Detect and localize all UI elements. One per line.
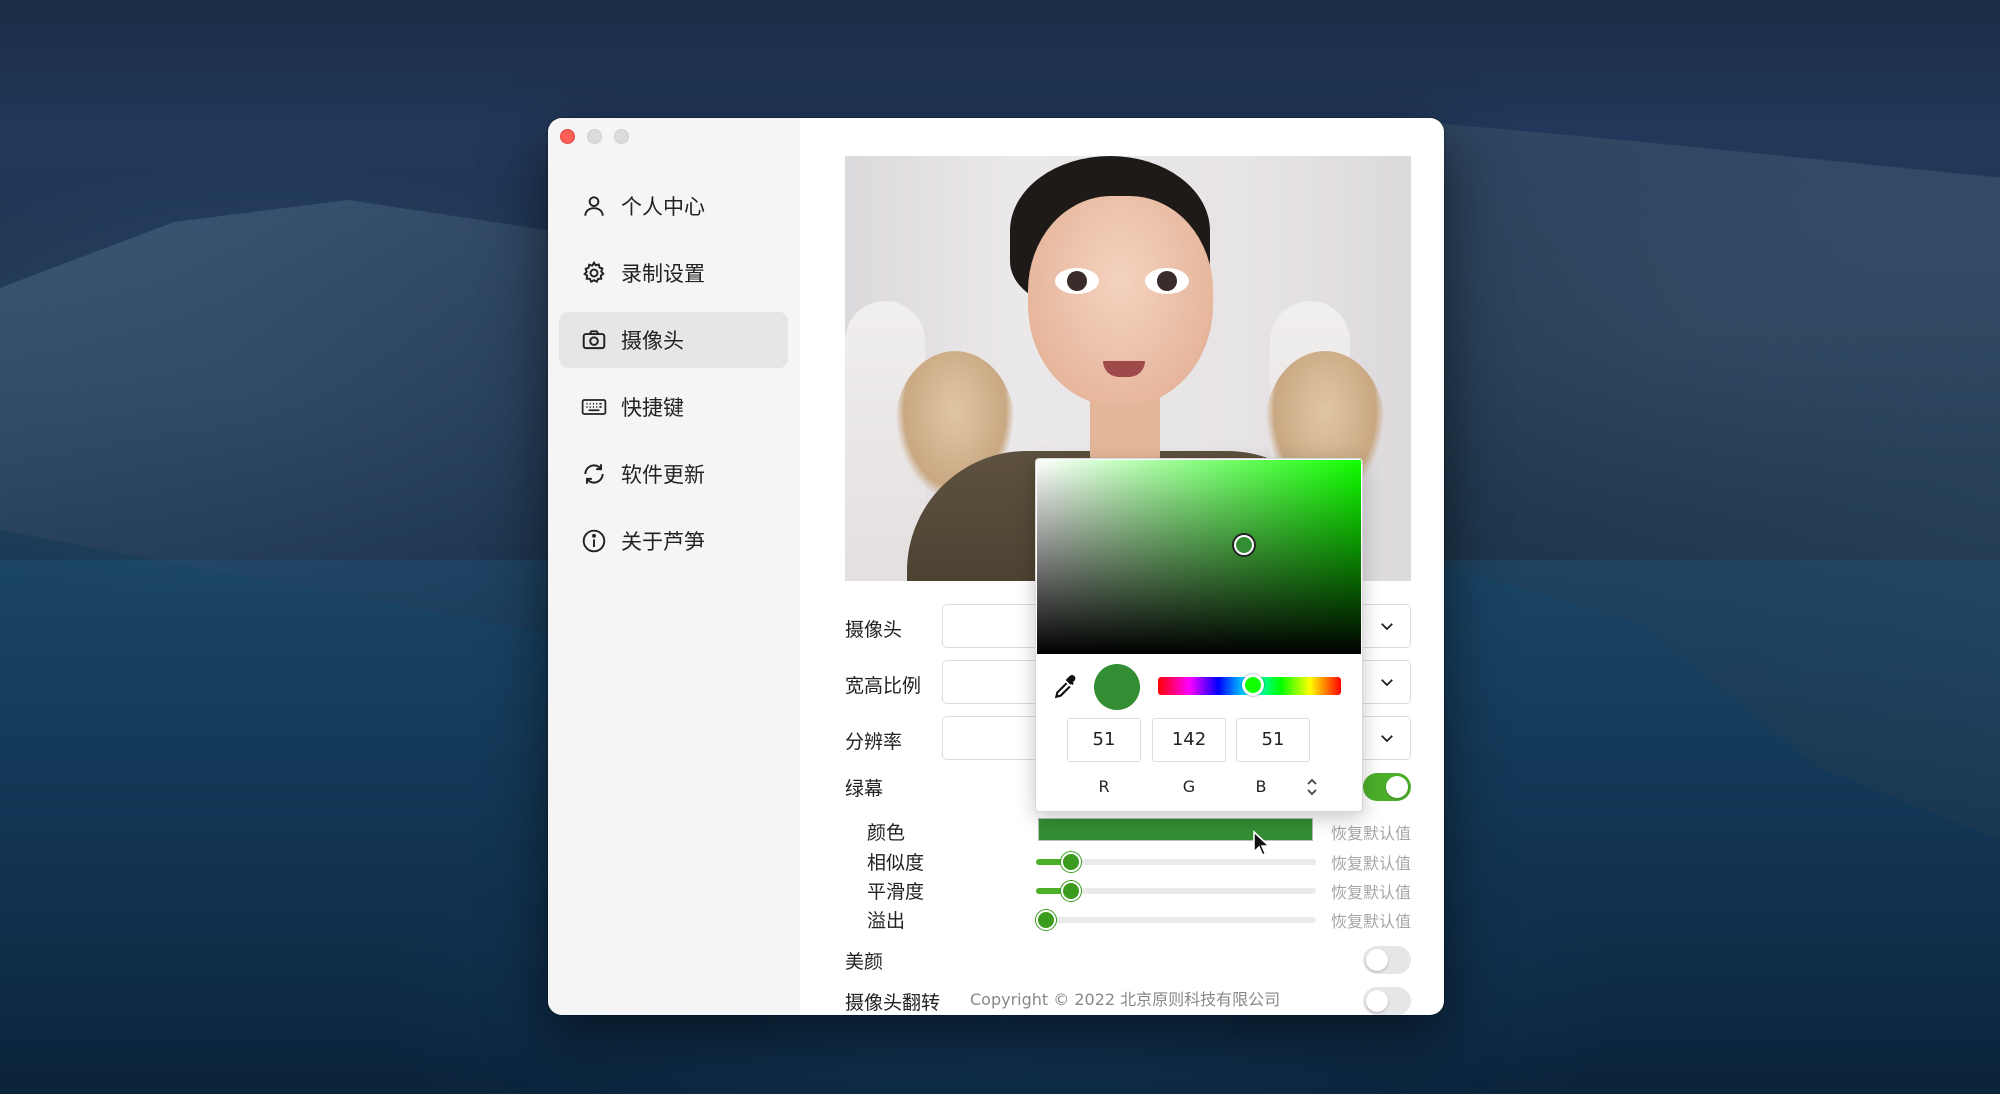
similarity-reset-link[interactable]: 恢复默认值 [1331, 850, 1411, 874]
sidebar: 个人中心 录制设置 摄像头 快捷键 软件更新 关于芦笋 [548, 118, 800, 1015]
sidebar-item-label: 个人中心 [621, 195, 705, 219]
spill-label: 溢出 [867, 910, 906, 932]
saturation-cursor[interactable] [1234, 535, 1255, 556]
chevron-down-icon [1381, 735, 1393, 743]
sidebar-item-about[interactable]: 关于芦笋 [559, 513, 788, 569]
chevron-down-icon [1381, 623, 1393, 631]
close-button[interactable] [560, 129, 575, 144]
keyboard-icon [581, 399, 607, 415]
current-color-swatch [1094, 664, 1140, 710]
slider-thumb[interactable] [1061, 852, 1082, 872]
green-input[interactable]: 142 [1152, 718, 1226, 762]
slider-thumb[interactable] [1036, 910, 1056, 930]
window-controls [560, 129, 629, 144]
spill-slider[interactable] [1036, 910, 1316, 930]
color-picker-popover: 51 142 51 R G B [1035, 458, 1363, 812]
mouse-pointer-icon [1253, 830, 1272, 857]
red-input[interactable]: 51 [1067, 718, 1141, 762]
sidebar-item-label: 快捷键 [621, 396, 684, 420]
blue-label: B [1255, 777, 1267, 796]
aspect-label: 宽高比例 [845, 675, 922, 697]
color-label: 颜色 [867, 822, 906, 844]
sidebar-item-shortcuts[interactable]: 快捷键 [559, 379, 788, 435]
user-icon [584, 196, 604, 216]
sidebar-item-camera[interactable]: 摄像头 [559, 312, 788, 368]
color-mode-switch-icon[interactable] [1304, 777, 1320, 797]
zoom-button[interactable] [614, 129, 629, 144]
greenscreen-toggle[interactable] [1363, 773, 1411, 801]
info-icon [582, 529, 606, 553]
slider-thumb[interactable] [1061, 881, 1082, 901]
toggle-knob [1366, 990, 1388, 1012]
camera-label: 摄像头 [845, 619, 903, 641]
beauty-label: 美颜 [845, 951, 884, 973]
similarity-label: 相似度 [867, 852, 925, 874]
sidebar-item-label: 关于芦笋 [621, 530, 705, 554]
greenscreen-label: 绿幕 [845, 778, 884, 800]
spill-reset-link[interactable]: 恢复默认值 [1331, 908, 1411, 932]
sidebar-item-profile[interactable]: 个人中心 [559, 178, 788, 234]
color-reset-link[interactable]: 恢复默认值 [1331, 820, 1411, 844]
red-label: R [1098, 777, 1110, 796]
similarity-slider[interactable] [1036, 852, 1316, 872]
gear-icon [583, 260, 605, 283]
smoothness-label: 平滑度 [867, 881, 925, 903]
eyedropper-icon[interactable] [1052, 674, 1078, 700]
saturation-value-area[interactable] [1037, 460, 1361, 654]
smoothness-slider[interactable] [1036, 881, 1316, 901]
green-label: G [1182, 777, 1196, 796]
sidebar-item-recording[interactable]: 录制设置 [559, 245, 788, 301]
sidebar-item-label: 摄像头 [621, 329, 684, 353]
hue-thumb[interactable] [1242, 674, 1265, 696]
chevron-down-icon [1381, 679, 1393, 687]
sidebar-item-update[interactable]: 软件更新 [559, 446, 788, 502]
beauty-toggle[interactable] [1363, 946, 1411, 974]
preview-avatar-eye [1055, 268, 1099, 294]
toggle-knob [1386, 776, 1408, 798]
sidebar-nav: 个人中心 录制设置 摄像头 快捷键 软件更新 关于芦笋 [559, 178, 788, 580]
preview-avatar-eye [1145, 268, 1189, 294]
flip-label: 摄像头翻转 [845, 992, 941, 1014]
blue-input[interactable]: 51 [1236, 718, 1310, 762]
sidebar-item-label: 录制设置 [621, 262, 705, 286]
camera-icon [582, 330, 606, 350]
minimize-button[interactable] [587, 129, 602, 144]
flip-toggle[interactable] [1363, 987, 1411, 1015]
sidebar-item-label: 软件更新 [621, 463, 705, 487]
hue-slider[interactable] [1158, 674, 1341, 696]
copyright-text: Copyright © 2022 北京原则科技有限公司 [970, 990, 1281, 1009]
resolution-label: 分辨率 [845, 731, 903, 753]
refresh-icon [584, 464, 604, 484]
smoothness-reset-link[interactable]: 恢复默认值 [1331, 879, 1411, 903]
toggle-knob [1366, 949, 1388, 971]
